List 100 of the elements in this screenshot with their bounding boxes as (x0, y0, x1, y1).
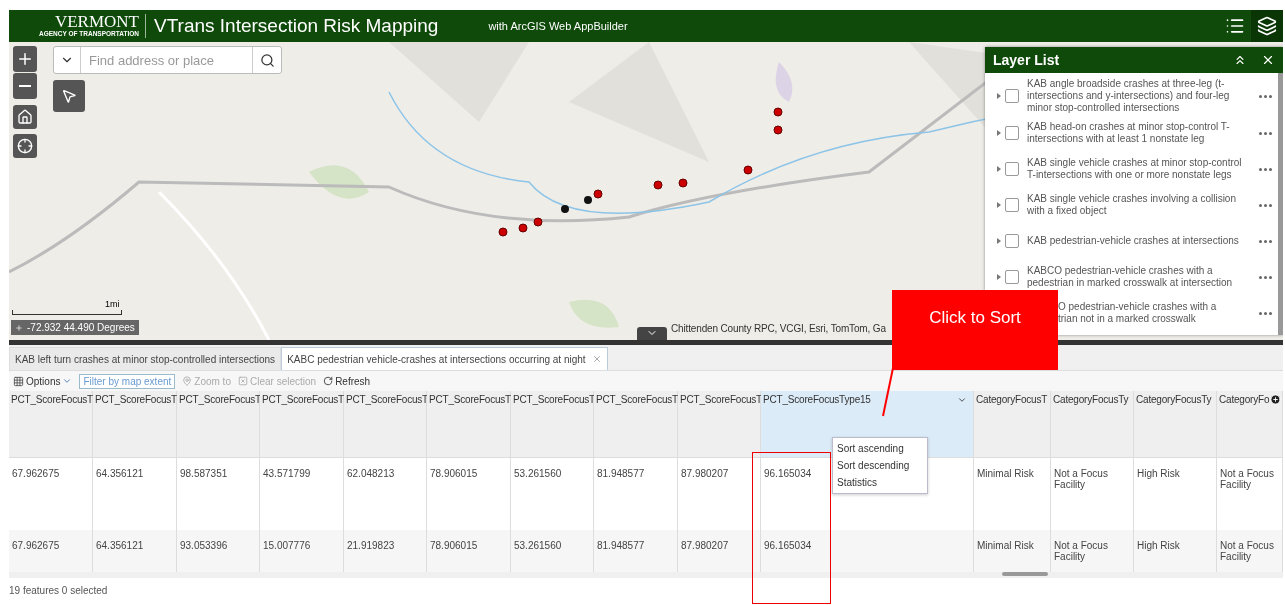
more-icon[interactable] (1259, 131, 1272, 135)
column-header[interactable]: CategoryFo (1217, 391, 1283, 458)
caret-icon (62, 376, 73, 386)
table-cell: High Risk (1134, 458, 1217, 530)
column-header[interactable]: PCT_ScoreFocusT (511, 391, 594, 458)
expand-arrow-icon[interactable] (997, 238, 1001, 244)
column-header[interactable]: PCT_ScoreFocusT (678, 391, 761, 458)
expand-arrow-icon[interactable] (997, 130, 1001, 136)
grid-icon (13, 375, 24, 387)
clear-icon (237, 376, 248, 386)
collapse-icon[interactable] (1233, 53, 1247, 67)
select-tool-button[interactable] (53, 80, 85, 112)
collapse-tab[interactable] (637, 327, 667, 340)
column-header[interactable]: PCT_ScoreFocusT (177, 391, 260, 458)
more-icon[interactable] (1259, 167, 1272, 171)
zoom-in-button[interactable] (13, 46, 37, 72)
layers-icon (1257, 16, 1277, 36)
plus-icon (16, 50, 34, 68)
layer-label: KAB single vehicle crashes at minor stop-control T-intersections with one or more nonstate legs (1027, 157, 1243, 181)
more-icon[interactable] (1259, 311, 1272, 315)
table-cell: 53.261560 (511, 530, 594, 572)
status-text: 19 features 0 selected (9, 584, 109, 596)
table-cell: 93.053396 (177, 530, 260, 572)
table-cell: 62.048213 (344, 458, 427, 530)
refresh-button[interactable]: Refresh (323, 375, 371, 387)
expand-arrow-icon[interactable] (997, 202, 1001, 208)
table-cell: 15.007776 (260, 530, 344, 572)
layer-label: KAB pedestrian-vehicle crashes at intersections (1027, 235, 1240, 247)
table-cell: Minimal Risk (974, 458, 1051, 530)
layer-checkbox[interactable] (1005, 270, 1019, 284)
table-cell: 53.261560 (511, 458, 594, 530)
table-tab[interactable]: KAB left turn crashes at minor stop-controlled intersections (9, 347, 282, 370)
list-icon (1225, 16, 1245, 36)
search-bar[interactable]: Find address or place (53, 46, 282, 74)
layer-checkbox[interactable] (1005, 234, 1019, 248)
layer-checkbox[interactable] (1005, 89, 1019, 103)
column-header[interactable]: PCT_ScoreFocusT (594, 391, 678, 458)
column-header[interactable]: PCT_ScoreFocusT (427, 391, 511, 458)
table-cell: Minimal Risk (974, 530, 1051, 572)
table-cell: Not a Focus Facility (1051, 530, 1134, 572)
locate-button[interactable] (13, 134, 37, 158)
layer-label: KAB single vehicle crashes involving a collision with a fixed object (1027, 193, 1237, 217)
more-icon[interactable] (1259, 275, 1272, 279)
table-cell: 87.980207 (678, 530, 761, 572)
table-cell: 96.165034 (761, 530, 974, 572)
table-cell: 67.962675 (9, 458, 93, 530)
header-tool-button[interactable] (1251, 10, 1283, 42)
layer-checkbox[interactable] (1005, 198, 1019, 212)
menu-item[interactable]: Sort descending (833, 457, 927, 474)
table-cell: Not a Focus Facility (1217, 530, 1283, 572)
scale-label: 1mi (105, 300, 120, 309)
app-title: VTrans Intersection Risk Mapping (154, 15, 439, 37)
expand-arrow-icon[interactable] (997, 274, 1001, 280)
layer-checkbox[interactable] (1005, 126, 1019, 140)
zoom-out-button[interactable] (13, 73, 37, 99)
layer-label: O pedestrian-vehicle crashes with a trian not in a marked crosswalk (1058, 301, 1218, 325)
options-button[interactable]: Options (13, 375, 73, 387)
table-cell: 43.571799 (260, 458, 344, 530)
pin-icon (182, 376, 193, 386)
close-icon[interactable] (1261, 53, 1275, 67)
menu-item[interactable]: Sort ascending (833, 440, 927, 457)
table-cell: 78.906015 (427, 530, 511, 572)
app-subtitle: with ArcGIS Web AppBuilder (488, 20, 628, 32)
plus-icon (15, 323, 23, 332)
column-header[interactable]: PCT_ScoreFocusT (344, 391, 427, 458)
refresh-icon (323, 376, 334, 386)
table-cell: 64.356121 (93, 458, 177, 530)
layer-checkbox[interactable] (1005, 162, 1019, 176)
logo-name: VERMONT (54, 14, 139, 30)
table-cell: Not a Focus Facility (1051, 458, 1134, 530)
layer-label: KAB angle broadside crashes at three-leg (t-intersections and y-intersections) and four-leg minor stop-controlled intersections (1027, 78, 1231, 114)
column-header[interactable]: CategoryFocusTy (1134, 391, 1217, 458)
table-cell: 81.948577 (594, 530, 678, 572)
add-column-icon[interactable] (1270, 394, 1281, 405)
layer-label: KAB head-on crashes at minor stop-control T-intersections with at least 1 nonstate leg (1027, 121, 1231, 145)
home-icon (17, 109, 33, 125)
more-icon[interactable] (1259, 203, 1272, 207)
search-icon (259, 52, 275, 68)
expand-arrow-icon[interactable] (997, 166, 1001, 172)
more-icon[interactable] (1259, 94, 1272, 98)
table-cell: 64.356121 (93, 530, 177, 572)
home-button[interactable] (13, 105, 37, 129)
coordinates-text: -72.932 44.490 Degrees (27, 322, 135, 333)
column-header[interactable]: PCT_ScoreFocusT (93, 391, 177, 458)
scrollbar-thumb[interactable] (1002, 572, 1048, 576)
table-cell: 67.962675 (9, 530, 93, 572)
menu-item[interactable]: Statistics (833, 474, 927, 491)
more-icon[interactable] (1259, 239, 1272, 243)
column-header[interactable]: PCT_ScoreFocusT (260, 391, 344, 458)
table-cell: 78.906015 (427, 458, 511, 530)
expand-arrow-icon[interactable] (997, 93, 1001, 99)
table-tab[interactable]: KABC pedestrian vehicle-crashes at intersections occurring at night (281, 347, 608, 370)
column-header[interactable]: CategoryFocusT (974, 391, 1051, 458)
minus-icon (19, 85, 31, 87)
layer-label: KABCO pedestrian-vehicle crashes with a pedestrian in marked crosswalk at intersection (1027, 265, 1234, 289)
table-cell: High Risk (1134, 530, 1217, 572)
table-cell: Not a Focus Facility (1217, 458, 1283, 530)
column-header[interactable]: CategoryFocusTy (1051, 391, 1134, 458)
cursor-icon (61, 88, 77, 104)
column-header[interactable]: PCT_ScoreFocusT (9, 391, 93, 458)
